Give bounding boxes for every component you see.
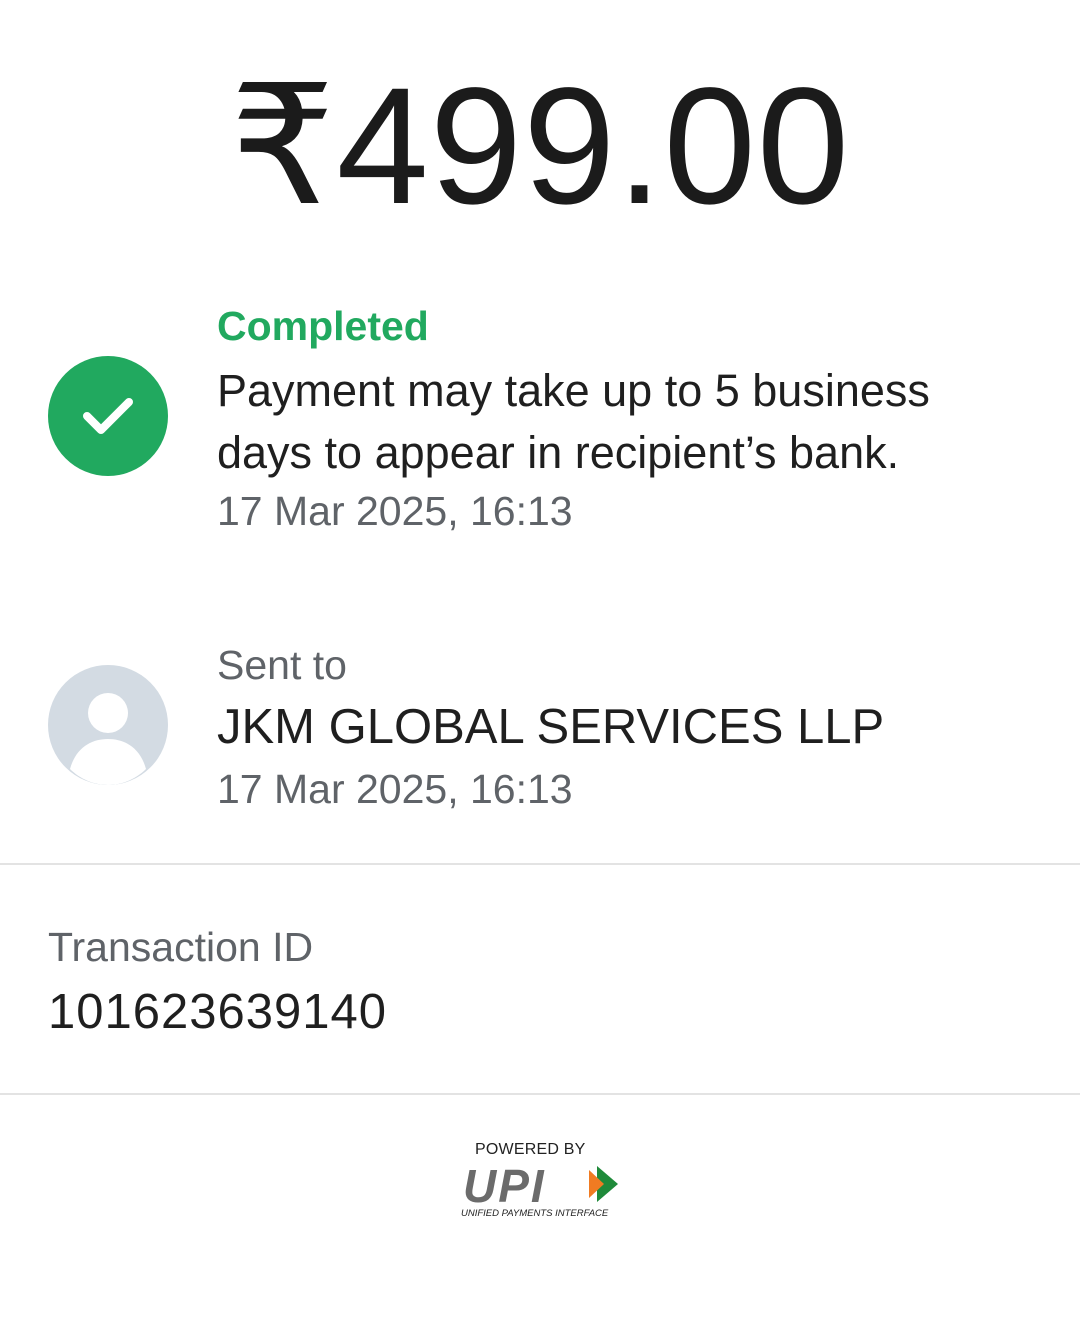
- upi-logo-text: UPI: [463, 1160, 546, 1208]
- divider: [0, 1093, 1080, 1095]
- transaction-id-value: 101623639140: [48, 985, 388, 1039]
- recipient-name: JKM GLOBAL SERVICES LLP: [217, 700, 885, 754]
- upi-tagline: UNIFIED PAYMENTS INTERFACE: [461, 1208, 609, 1219]
- check-circle-icon: [48, 356, 168, 476]
- upi-branding: POWERED BY UPI UNIFIED PAYMENTS INTERFAC…: [455, 1140, 625, 1224]
- payment-amount: ₹499.00: [229, 54, 851, 239]
- transaction-id-label: Transaction ID: [48, 924, 314, 970]
- status-message: Payment may take up to 5 business days t…: [217, 365, 930, 478]
- divider: [0, 863, 1080, 865]
- sent-to-label: Sent to: [217, 642, 347, 688]
- status-label: Completed: [217, 303, 429, 349]
- person-icon: [48, 665, 168, 785]
- status-timestamp: 17 Mar 2025, 16:13: [217, 488, 573, 534]
- recipient-timestamp: 17 Mar 2025, 16:13: [217, 766, 573, 812]
- powered-by-text: POWERED BY: [475, 1141, 586, 1158]
- upi-logo-icon: UPI: [463, 1160, 618, 1208]
